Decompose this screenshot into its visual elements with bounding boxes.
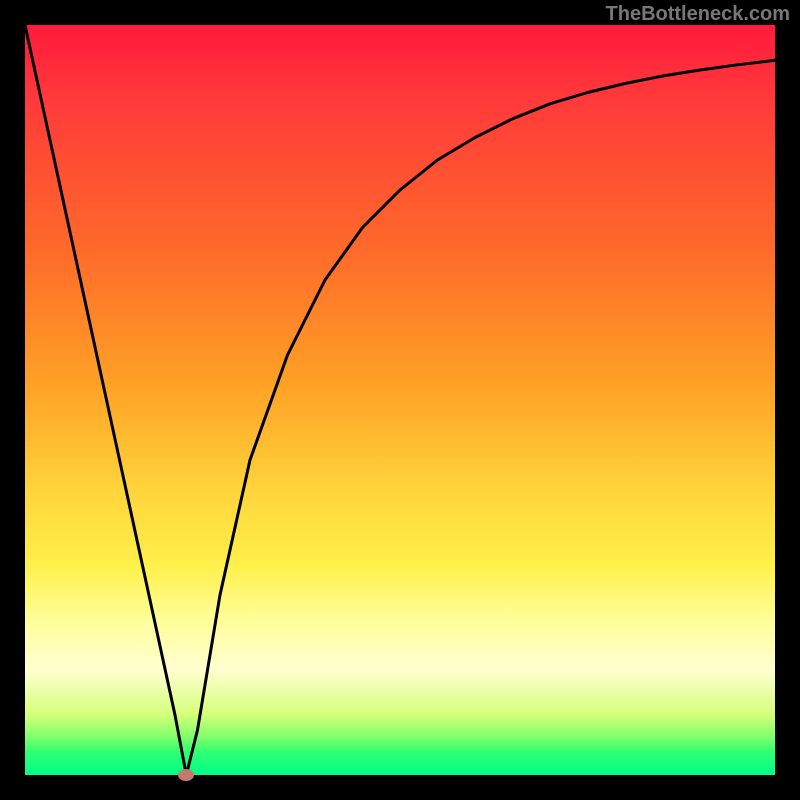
- attribution-label: TheBottleneck.com: [606, 3, 790, 26]
- curve-path: [25, 25, 775, 775]
- chart-frame: TheBottleneck.com: [0, 0, 800, 800]
- plot-area: [25, 25, 775, 775]
- minimum-marker: [178, 769, 194, 781]
- bottleneck-curve: [25, 25, 775, 775]
